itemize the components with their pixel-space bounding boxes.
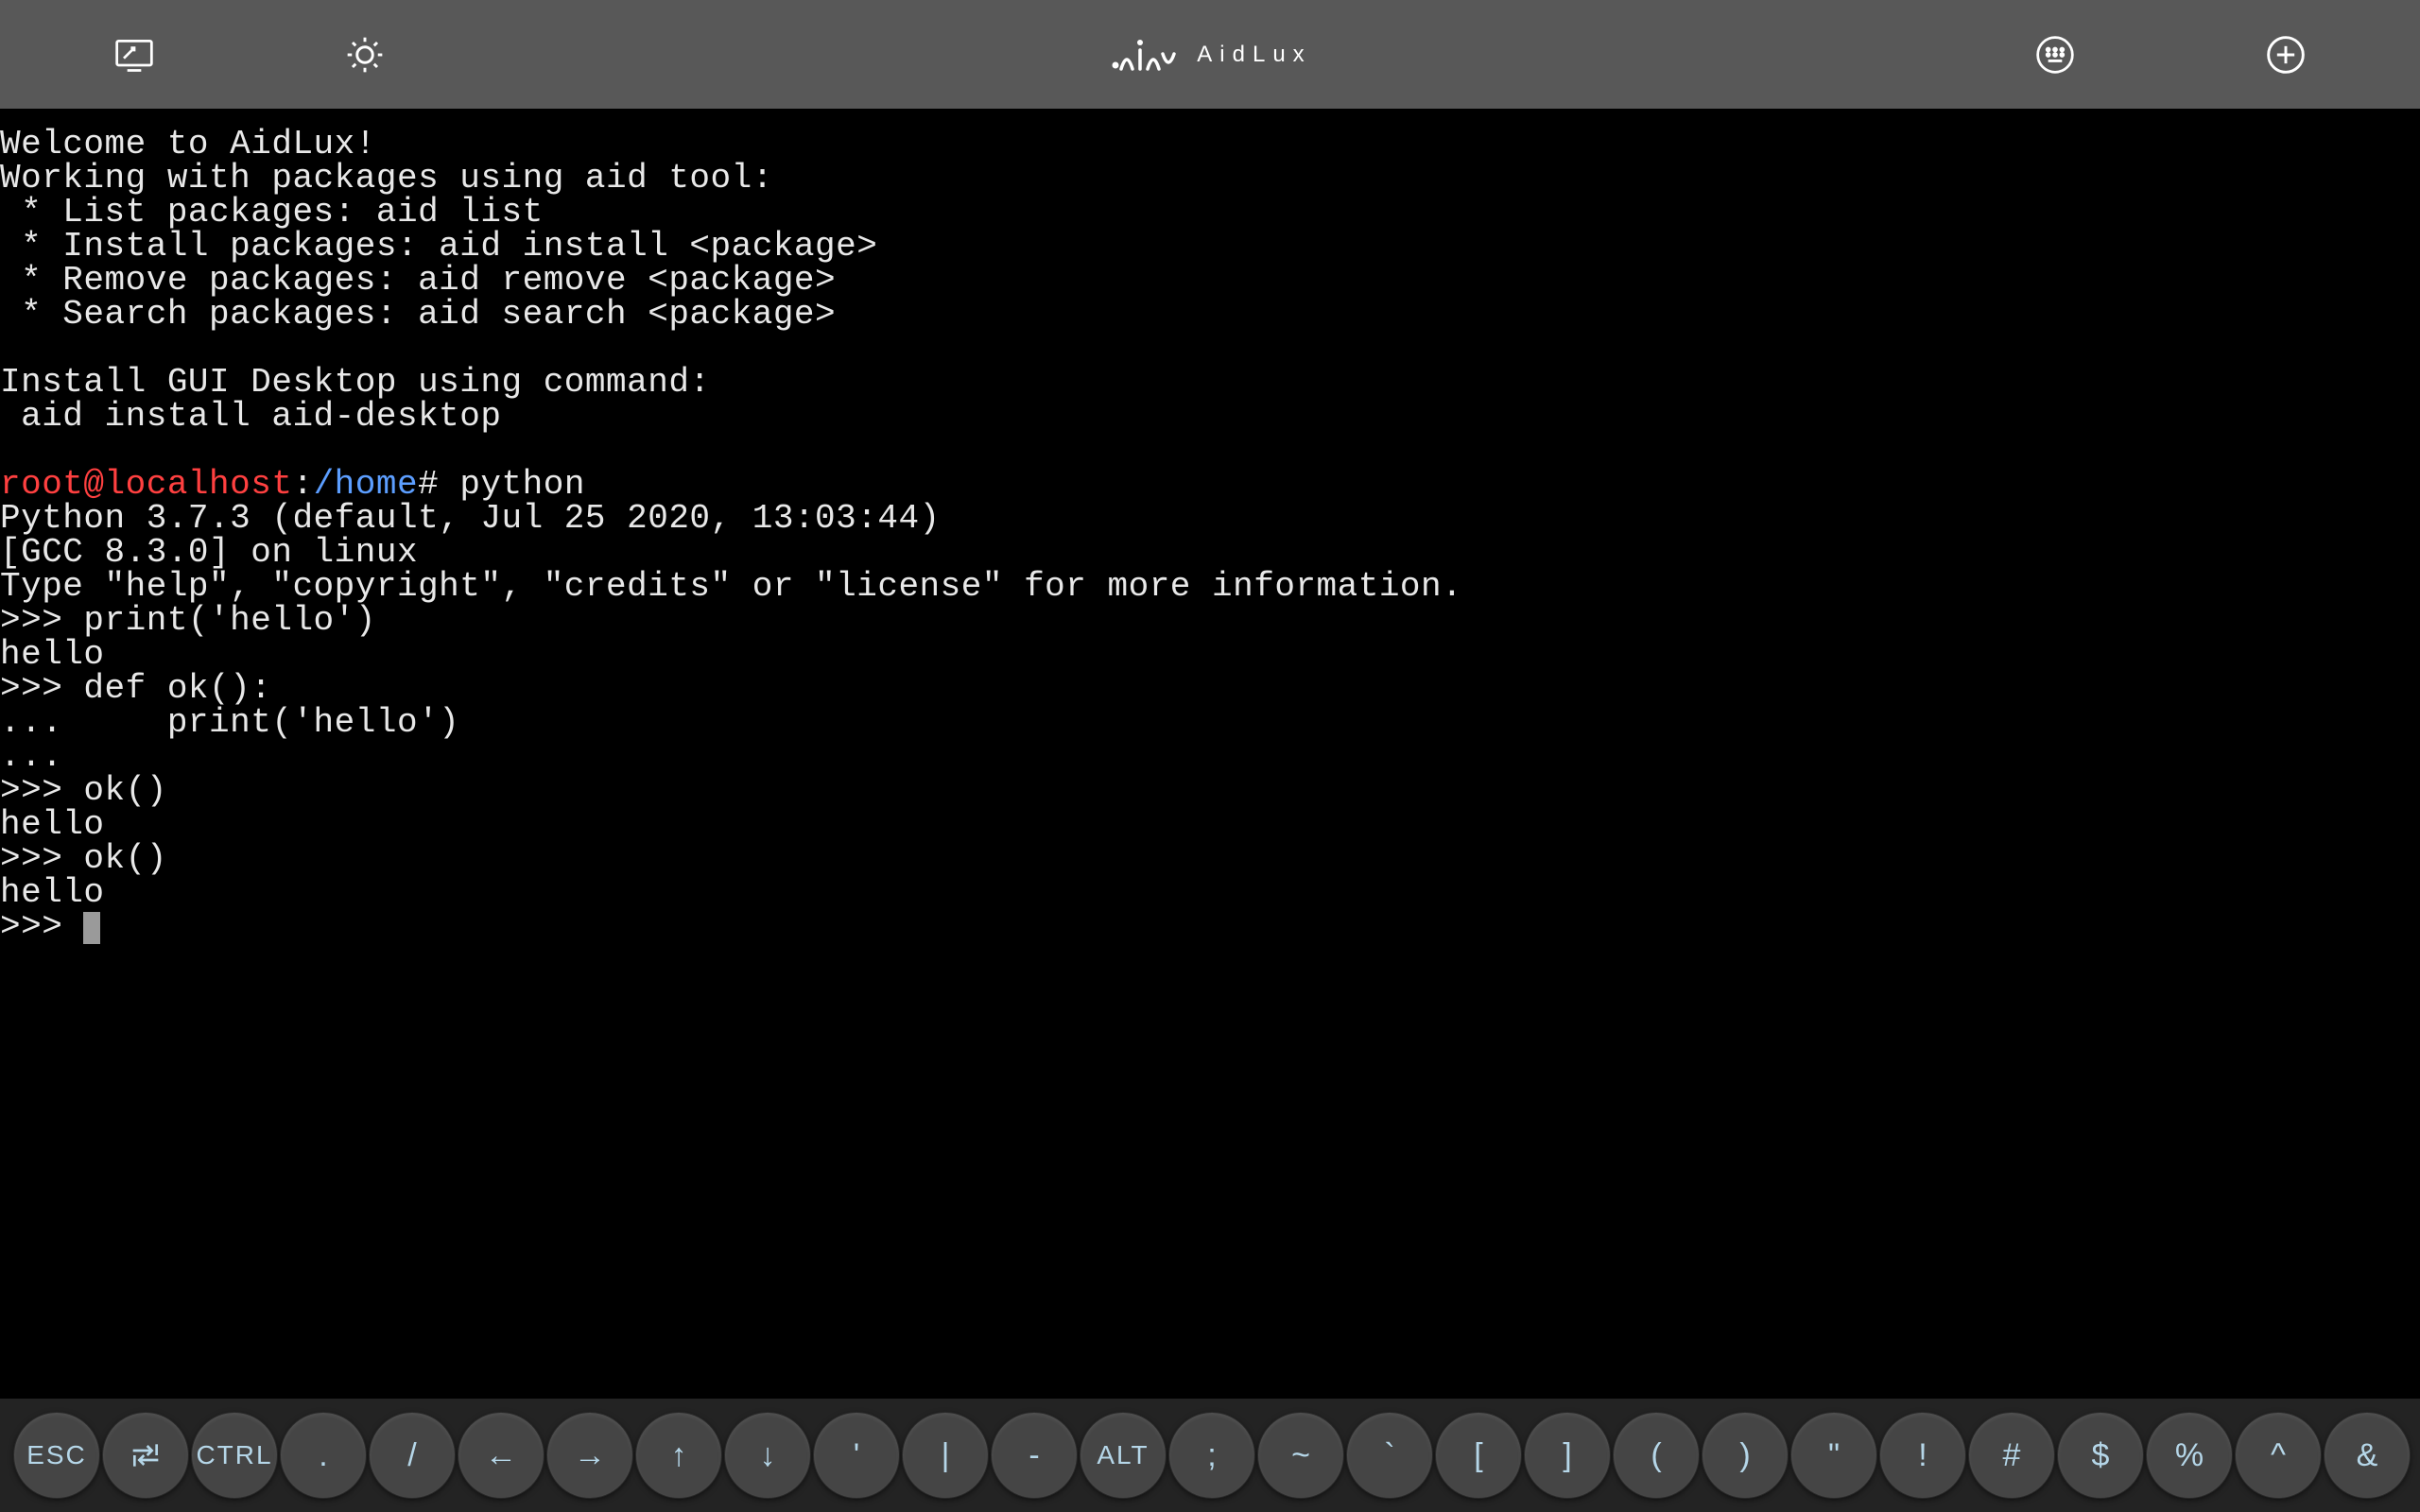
prompt-path: /home [314, 465, 419, 504]
key-percent[interactable]: % [2146, 1412, 2233, 1499]
terminal-output[interactable]: Welcome to AidLux! Working with packages… [0, 109, 2420, 946]
key-dot[interactable]: . [280, 1412, 367, 1499]
term-line: Python 3.7.3 (default, Jul 25 2020, 13:0… [0, 499, 941, 538]
term-line: hello [0, 805, 105, 844]
titlebar-right [2034, 34, 2307, 76]
prompt-hash: # [418, 465, 459, 504]
term-line: >>> def ok(): [0, 669, 271, 708]
term-line: [GCC 8.3.0] on linux [0, 533, 418, 572]
key-ctrl[interactable]: CTRL [191, 1412, 278, 1499]
key-amp[interactable]: & [2324, 1412, 2411, 1499]
key-slash[interactable]: / [369, 1412, 456, 1499]
term-line: * Remove packages: aid remove <package> [0, 261, 836, 300]
term-cmd: python [459, 465, 585, 504]
plus-circle-icon[interactable] [2265, 34, 2307, 76]
key-alt[interactable]: ALT [1080, 1412, 1167, 1499]
title-bar: AidLux [0, 0, 2420, 109]
term-line: aid install aid-desktop [0, 397, 501, 436]
keyboard-globe-icon[interactable] [2034, 34, 2076, 76]
key-tab[interactable] [102, 1412, 189, 1499]
display-icon[interactable] [113, 34, 155, 76]
key-down[interactable]: ↓ [724, 1412, 811, 1499]
term-line: Welcome to AidLux! [0, 125, 376, 163]
key-right[interactable]: → [546, 1412, 633, 1499]
term-line: hello [0, 635, 105, 674]
key-dollar[interactable]: $ [2057, 1412, 2144, 1499]
key-pipe[interactable]: | [902, 1412, 989, 1499]
key-esc[interactable]: ESC [13, 1412, 100, 1499]
key-lparen[interactable]: ( [1613, 1412, 1700, 1499]
key-backtick[interactable]: ` [1346, 1412, 1433, 1499]
term-line: Type "help", "copyright", "credits" or "… [0, 567, 1462, 606]
term-line: >>> ok() [0, 839, 167, 878]
term-line: * List packages: aid list [0, 193, 544, 232]
term-line: * Search packages: aid search <package> [0, 295, 836, 334]
key-semi[interactable]: ; [1168, 1412, 1255, 1499]
key-caret[interactable]: ^ [2235, 1412, 2322, 1499]
key-tilde[interactable]: ~ [1257, 1412, 1344, 1499]
term-line: >>> ok() [0, 771, 167, 810]
prompt-colon: : [292, 465, 313, 504]
term-line: Install GUI Desktop using command: [0, 363, 711, 402]
key-squote[interactable]: ' [813, 1412, 900, 1499]
cursor [83, 912, 100, 944]
key-bar: ESC CTRL . / ← → ↑ ↓ ' | - ALT ; ~ ` [ ]… [0, 1399, 2420, 1512]
sun-icon[interactable] [344, 34, 386, 76]
key-rparen[interactable]: ) [1702, 1412, 1789, 1499]
key-up[interactable]: ↑ [635, 1412, 722, 1499]
term-line: >>> print('hello') [0, 601, 376, 640]
key-bang[interactable]: ! [1879, 1412, 1966, 1499]
aidlux-logo-icon [1108, 33, 1184, 76]
key-dquote[interactable]: " [1790, 1412, 1877, 1499]
key-left[interactable]: ← [458, 1412, 544, 1499]
term-line: Working with packages using aid tool: [0, 159, 773, 198]
prompt-user: root@localhost [0, 465, 292, 504]
term-line: >>> [0, 907, 83, 946]
term-line: ... print('hello') [0, 703, 459, 742]
term-line: hello [0, 873, 105, 912]
key-hash[interactable]: # [1968, 1412, 2055, 1499]
brand-text: AidLux [1197, 42, 1311, 68]
titlebar-left [113, 34, 386, 76]
key-rbracket[interactable]: ] [1524, 1412, 1611, 1499]
brand-logo: AidLux [1108, 33, 1311, 76]
key-dash[interactable]: - [991, 1412, 1078, 1499]
term-line: * Install packages: aid install <package… [0, 227, 877, 266]
term-line: ... [0, 737, 62, 776]
key-lbracket[interactable]: [ [1435, 1412, 1522, 1499]
